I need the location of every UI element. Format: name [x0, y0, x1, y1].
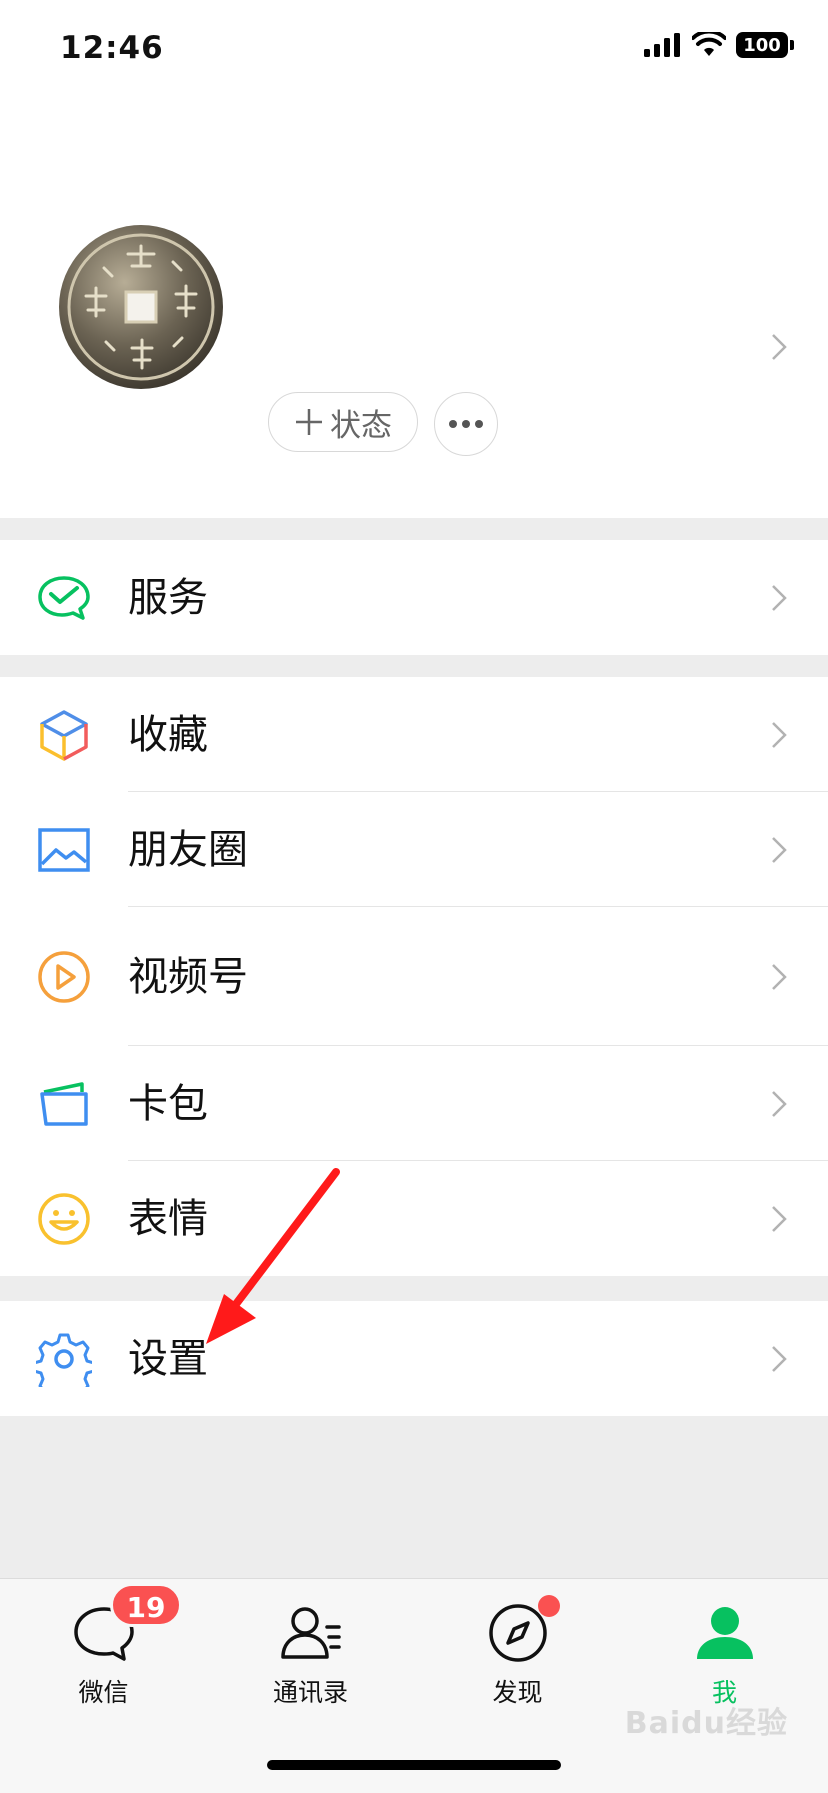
- person-icon: [696, 1607, 753, 1659]
- plus-icon: [296, 409, 322, 435]
- menu-item-channels[interactable]: 视频号: [0, 907, 828, 1046]
- tab-chats[interactable]: 19 微信: [0, 1579, 207, 1719]
- tab-label: 通讯录: [272, 1678, 348, 1707]
- sticker-smiley-icon: [38, 1193, 90, 1245]
- menu-item-label: 设置: [128, 1336, 208, 1382]
- contacts-icon: [280, 1607, 341, 1659]
- home-indicator: [267, 1760, 561, 1770]
- menu-item-label: 收藏: [128, 712, 208, 758]
- profile-header[interactable]: 状态: [0, 100, 828, 518]
- battery-icon: 100: [736, 32, 794, 58]
- chevron-right-icon: [772, 1346, 787, 1372]
- settings-group: 设置: [0, 1301, 828, 1416]
- chevron-right-icon: [772, 585, 787, 611]
- gear-icon: [36, 1333, 92, 1387]
- chevron-right-icon: [772, 722, 787, 748]
- moments-image-icon: [38, 828, 90, 872]
- chevron-right-icon: [772, 964, 787, 990]
- features-group: 收藏 朋友圈 视频号 卡包 表情: [0, 677, 828, 1276]
- status-button-label: 状态: [330, 407, 392, 444]
- status-bar: 12:46 100: [0, 0, 828, 100]
- menu-item-services[interactable]: 服务: [0, 540, 828, 655]
- menu-item-stickers[interactable]: 表情: [0, 1161, 828, 1276]
- chevron-right-icon: [772, 1091, 787, 1117]
- tab-contacts[interactable]: 通讯录: [207, 1579, 414, 1719]
- add-status-button[interactable]: 状态: [268, 392, 418, 452]
- chevron-right-icon: [772, 1206, 787, 1232]
- services-group: 服务: [0, 540, 828, 655]
- status-time: 12:46: [60, 30, 164, 66]
- menu-item-favorites[interactable]: 收藏: [0, 677, 828, 792]
- menu-item-label: 朋友圈: [128, 827, 248, 873]
- tab-label: 微信: [78, 1678, 129, 1707]
- wifi-icon: [692, 32, 726, 56]
- tab-discover[interactable]: 发现: [414, 1579, 621, 1719]
- menu-item-label: 服务: [128, 575, 208, 621]
- new-dot-badge: [538, 1595, 560, 1617]
- status-icons: 100: [644, 32, 794, 58]
- signal-icon: [644, 33, 680, 57]
- menu-item-settings[interactable]: 设置: [0, 1301, 828, 1416]
- watermark: Baidu经验: [624, 1706, 788, 1741]
- card-wallet-icon: [40, 1082, 88, 1126]
- unread-badge: 19: [110, 1583, 182, 1627]
- profile-chevron-icon: [772, 334, 787, 360]
- tab-label: 发现: [492, 1678, 543, 1707]
- menu-item-card-wallet[interactable]: 卡包: [0, 1046, 828, 1161]
- menu-item-label: 卡包: [128, 1081, 208, 1127]
- favorites-cube-icon: [40, 710, 88, 761]
- channels-play-icon: [38, 951, 90, 1003]
- battery-level: 100: [743, 34, 781, 56]
- services-check-icon: [38, 576, 90, 620]
- menu-item-label: 视频号: [128, 954, 248, 1000]
- more-button[interactable]: [434, 392, 498, 456]
- avatar[interactable]: [58, 224, 224, 390]
- menu-item-label: 表情: [128, 1196, 208, 1242]
- menu-item-moments[interactable]: 朋友圈: [0, 792, 828, 907]
- chevron-right-icon: [772, 837, 787, 863]
- more-dots-icon: [449, 420, 483, 428]
